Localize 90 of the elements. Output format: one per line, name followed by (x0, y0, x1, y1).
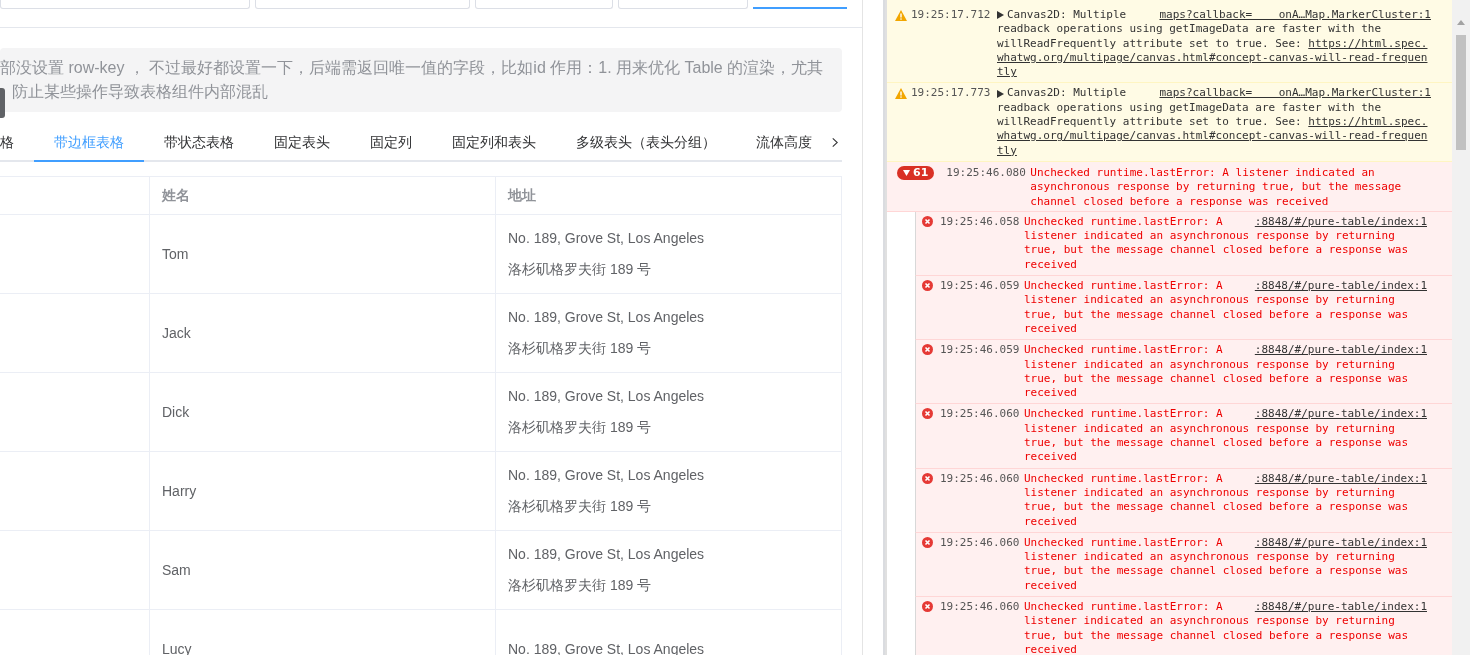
error-icon (922, 344, 933, 356)
log-message: listener indicated an asynchronous response by returning true, but the message channel closed before a response was received (1024, 550, 1410, 593)
log-timestamp: 19:25:46.080 (946, 165, 1027, 181)
expand-triangle-icon[interactable] (997, 11, 1004, 20)
address-text: No. 189, Grove St, Los Angeles (508, 545, 705, 564)
chevron-right-icon[interactable] (832, 135, 838, 149)
error-icon (922, 601, 933, 612)
source-link[interactable]: maps?callback= onA…Map.MarkerCluster:1 (1159, 86, 1431, 101)
log-message: Unchecked runtime.lastError: A (1024, 214, 1223, 230)
docs-link[interactable]: tly (997, 143, 1017, 158)
log-timestamp: 19:25:46.060 (940, 535, 1021, 551)
info-note: 部没设置 row-key ， 不过最好都设置一下，后端需返回唯一值的字段，比如id 作用：1. 用来优化 Table 的渲染，尤其防止某些操作导致表格组件内部混乱 (0, 48, 842, 112)
error-icon (922, 215, 933, 227)
console-scrollbar[interactable] (1452, 0, 1470, 655)
log-message: Unchecked runtime.lastError: A (1024, 279, 1223, 294)
log-message: listener indicated an asynchronous response by returning true, but the message channel closed before a response was received (1024, 421, 1410, 465)
docs-link[interactable]: tly (997, 65, 1017, 80)
log-timestamp: 19:25:46.058 (940, 214, 1021, 230)
expand-triangle-icon[interactable] (997, 89, 1004, 98)
source-link[interactable]: maps?callback= onA…Map.MarkerCluster:1 (1159, 8, 1431, 23)
log-message: Unchecked runtime.lastError: A (1024, 600, 1223, 615)
warning-icon (895, 10, 907, 21)
log-message: listener indicated an asynchronous response by returning true, but the message channel closed before a response was received (1024, 293, 1410, 337)
address-text: 洛杉矶格罗夫街 189 号 (508, 576, 652, 595)
log-timestamp: 19:25:46.060 (940, 407, 1021, 422)
address-text: No. 189, Grove St, Los Angeles (508, 308, 705, 327)
log-message: readback operations using getImageData are faster with the (997, 22, 1382, 37)
log-message: Unchecked runtime.lastError: A (1024, 343, 1223, 358)
docs-link[interactable]: https://html.spec. (1308, 115, 1428, 130)
log-timestamp: 19:25:46.059 (940, 343, 1021, 358)
error-icon (922, 536, 933, 548)
address-text: 洛杉矶格罗夫街 189 号 (508, 260, 652, 279)
source-link[interactable]: :8848/#/pure-table/index:1 (1254, 343, 1427, 358)
address-text: No. 189, Grove St, Los Angeles (508, 229, 705, 248)
source-link[interactable]: :8848/#/pure-table/index:1 (1254, 535, 1427, 551)
error-icon (922, 280, 933, 292)
name-cell-text: Harry (162, 481, 197, 501)
docs-link[interactable]: https://html.spec. (1308, 36, 1428, 51)
docs-link[interactable]: whatwg.org/multipage/canvas.html#concept-canvas-will-read-frequen (997, 50, 1428, 66)
source-link[interactable]: :8848/#/pure-table/index:1 (1254, 214, 1427, 230)
log-timestamp: 19:25:46.059 (940, 279, 1021, 294)
name-cell-text: Dick (162, 402, 190, 422)
tab[interactable]: 固定列和表头 (432, 124, 556, 162)
log-timestamp: 19:25:17.773 (911, 86, 992, 101)
log-message: Canvas2D: Multiple (1007, 86, 1127, 101)
log-message: listener indicated an asynchronous response by returning true, but the message channel closed before a response was received (1024, 485, 1410, 529)
log-message: listener indicated an asynchronous response by returning true, but the message channel closed before a response was received (1024, 614, 1410, 655)
log-message: Unchecked runtime.lastError: A (1024, 407, 1223, 422)
source-link[interactable]: :8848/#/pure-table/index:1 (1254, 471, 1427, 486)
address-text: No. 189, Grove St, Los Angeles (508, 466, 705, 485)
scroll-thumb[interactable] (1456, 35, 1466, 150)
log-timestamp: 19:25:17.712 (911, 8, 992, 23)
log-message: Canvas2D: Multiple (1007, 8, 1127, 23)
column-header: 姓名 (162, 186, 190, 205)
address-text: 洛杉矶格罗夫街 189 号 (508, 418, 652, 437)
warning-icon (895, 88, 907, 100)
tab[interactable]: 格 (0, 124, 34, 162)
docs-link[interactable]: whatwg.org/multipage/canvas.html#concept-canvas-will-read-frequen (997, 129, 1428, 144)
page-scrollbar[interactable] (862, 0, 885, 655)
log-message: willReadFrequently attribute set to true. See: (997, 115, 1302, 130)
name-cell-text: Tom (162, 244, 189, 264)
log-message: listener indicated an asynchronous response by returning true, but the message channel closed before a response was received (1024, 357, 1410, 401)
log-timestamp: 19:25:46.060 (940, 471, 1021, 486)
log-timestamp: 19:25:46.060 (940, 600, 1021, 615)
count-badge[interactable]: 61 (897, 165, 935, 180)
side-handle[interactable] (0, 88, 5, 118)
source-link[interactable]: :8848/#/pure-table/index:1 (1254, 600, 1427, 615)
tab[interactable]: 带状态表格 (144, 124, 254, 162)
scroll-up-icon[interactable] (1457, 20, 1465, 25)
column-header: 地址 (508, 186, 536, 205)
source-link[interactable]: :8848/#/pure-table/index:1 (1254, 407, 1427, 422)
log-message: readback operations using getImageData are faster with the (997, 100, 1382, 116)
address-text: 洛杉矶格罗夫街 189 号 (508, 497, 652, 516)
log-message: willReadFrequently attribute set to true. See: (997, 36, 1302, 51)
error-icon (922, 408, 933, 420)
log-message: listener indicated an asynchronous response by returning true, but the message channel closed before a response was received (1024, 229, 1410, 273)
source-link[interactable]: :8848/#/pure-table/index:1 (1254, 279, 1427, 294)
name-cell-text: Jack (162, 323, 191, 343)
tab[interactable]: 流体高度 (736, 124, 832, 162)
tab[interactable]: 固定列 (350, 124, 432, 162)
tab[interactable]: 多级表头（表头分组） (556, 124, 736, 162)
log-message: Unchecked runtime.lastError: A listener indicated an asynchronous response by returning true, but the message channel closed before a response was received (1030, 165, 1403, 209)
address-text: 洛杉矶格罗夫街 189 号 (508, 339, 652, 358)
log-message: Unchecked runtime.lastError: A (1024, 535, 1223, 551)
collapse-triangle-icon[interactable] (903, 169, 910, 176)
name-cell-text: Sam (162, 560, 191, 580)
tab[interactable]: 固定表头 (254, 124, 350, 162)
address-text: No. 189, Grove St, Los Angeles (508, 387, 705, 406)
log-message: Unchecked runtime.lastError: A (1024, 471, 1223, 486)
error-icon (922, 472, 933, 484)
